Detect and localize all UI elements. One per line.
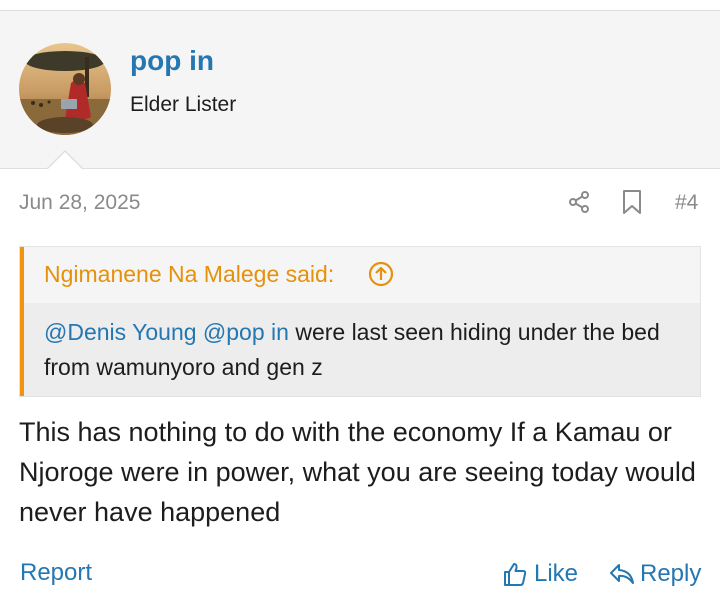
top-strip [0,0,720,11]
like-label: Like [534,560,579,587]
avatar-image [19,43,111,135]
quote-header: Ngimanene Na Malege said: [20,247,700,303]
quote-text: @Denis Young @pop in were last seen hidi… [44,315,684,385]
reply-button[interactable]: Reply [608,559,701,589]
mention-link[interactable]: @Denis Young [44,319,197,345]
avatar[interactable] [19,43,111,135]
quote-accent-bar [20,247,24,396]
message-body: This has nothing to do with the economy … [19,417,696,527]
bookmark-icon[interactable] [621,189,643,215]
share-icon[interactable] [567,190,591,214]
post-number[interactable]: #4 [675,191,698,215]
quote-body: @Denis Young @pop in were last seen hidi… [20,303,700,396]
user-title: Elder Lister [130,93,237,116]
reply-icon [610,564,634,584]
reply-label: Reply [640,560,702,587]
username-link[interactable]: pop in [130,45,214,77]
quote-block: Ngimanene Na Malege said: @Denis Young @… [19,246,701,397]
message-pointer [48,152,82,169]
like-button[interactable]: Like [502,559,578,589]
quote-author[interactable]: Ngimanene Na Malege said: [44,261,334,288]
thumbs-up-icon [504,563,527,586]
mention-link[interactable]: @pop in [203,319,289,345]
post-date[interactable]: Jun 28, 2025 [19,191,140,215]
report-link[interactable]: Report [20,559,92,587]
arrow-up-circle-icon[interactable] [368,261,394,287]
user-header: pop in Elder Lister [0,11,720,169]
